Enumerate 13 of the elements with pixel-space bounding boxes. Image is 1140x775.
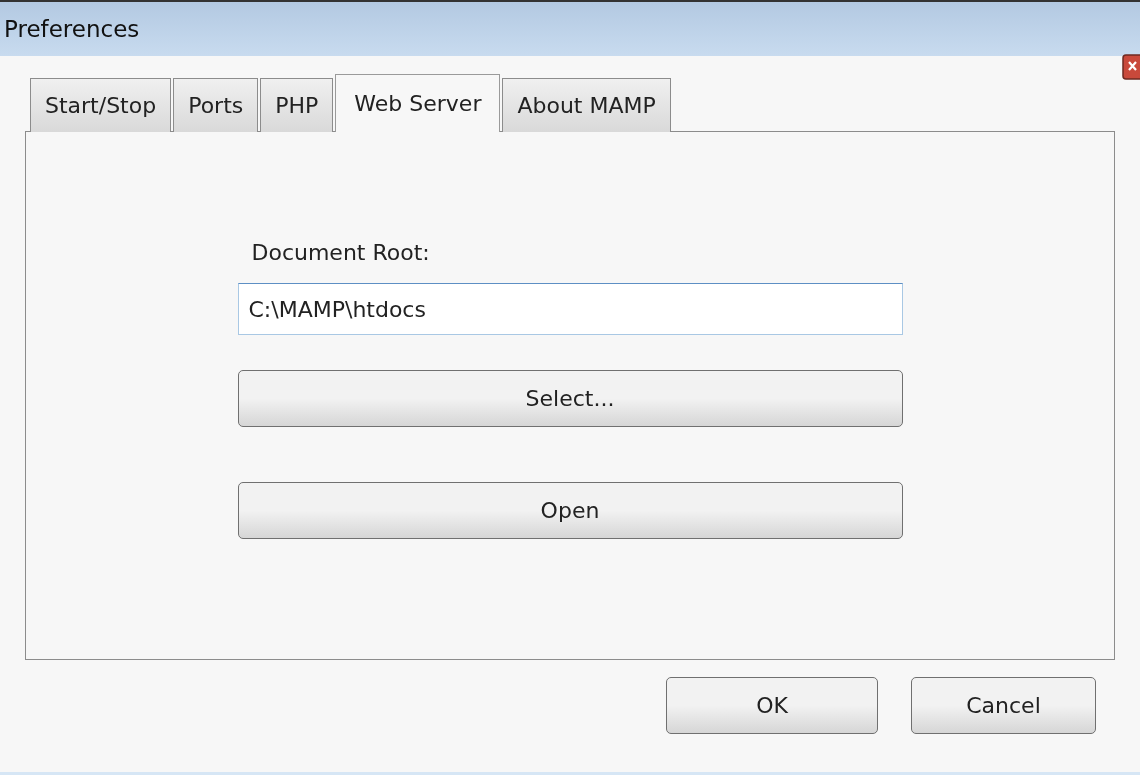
document-root-label: Document Root: [250,240,431,265]
tab[interactable]: About MAMP [502,78,671,132]
tab[interactable]: Start/Stop [30,78,172,132]
document-root-field[interactable]: C:\MAMP\htdocs [237,283,903,335]
window-title: Preferences [4,16,140,42]
tab[interactable]: PHP [260,78,334,132]
panel-button[interactable]: Open [237,482,903,539]
dialog-button[interactable]: Cancel [911,677,1096,734]
dialog-button[interactable]: OK [666,677,878,734]
tab[interactable]: Web Server [335,74,501,132]
panel-button[interactable]: Select... [237,370,903,427]
tab[interactable]: Ports [173,78,259,132]
close-icon[interactable] [1122,54,1140,80]
